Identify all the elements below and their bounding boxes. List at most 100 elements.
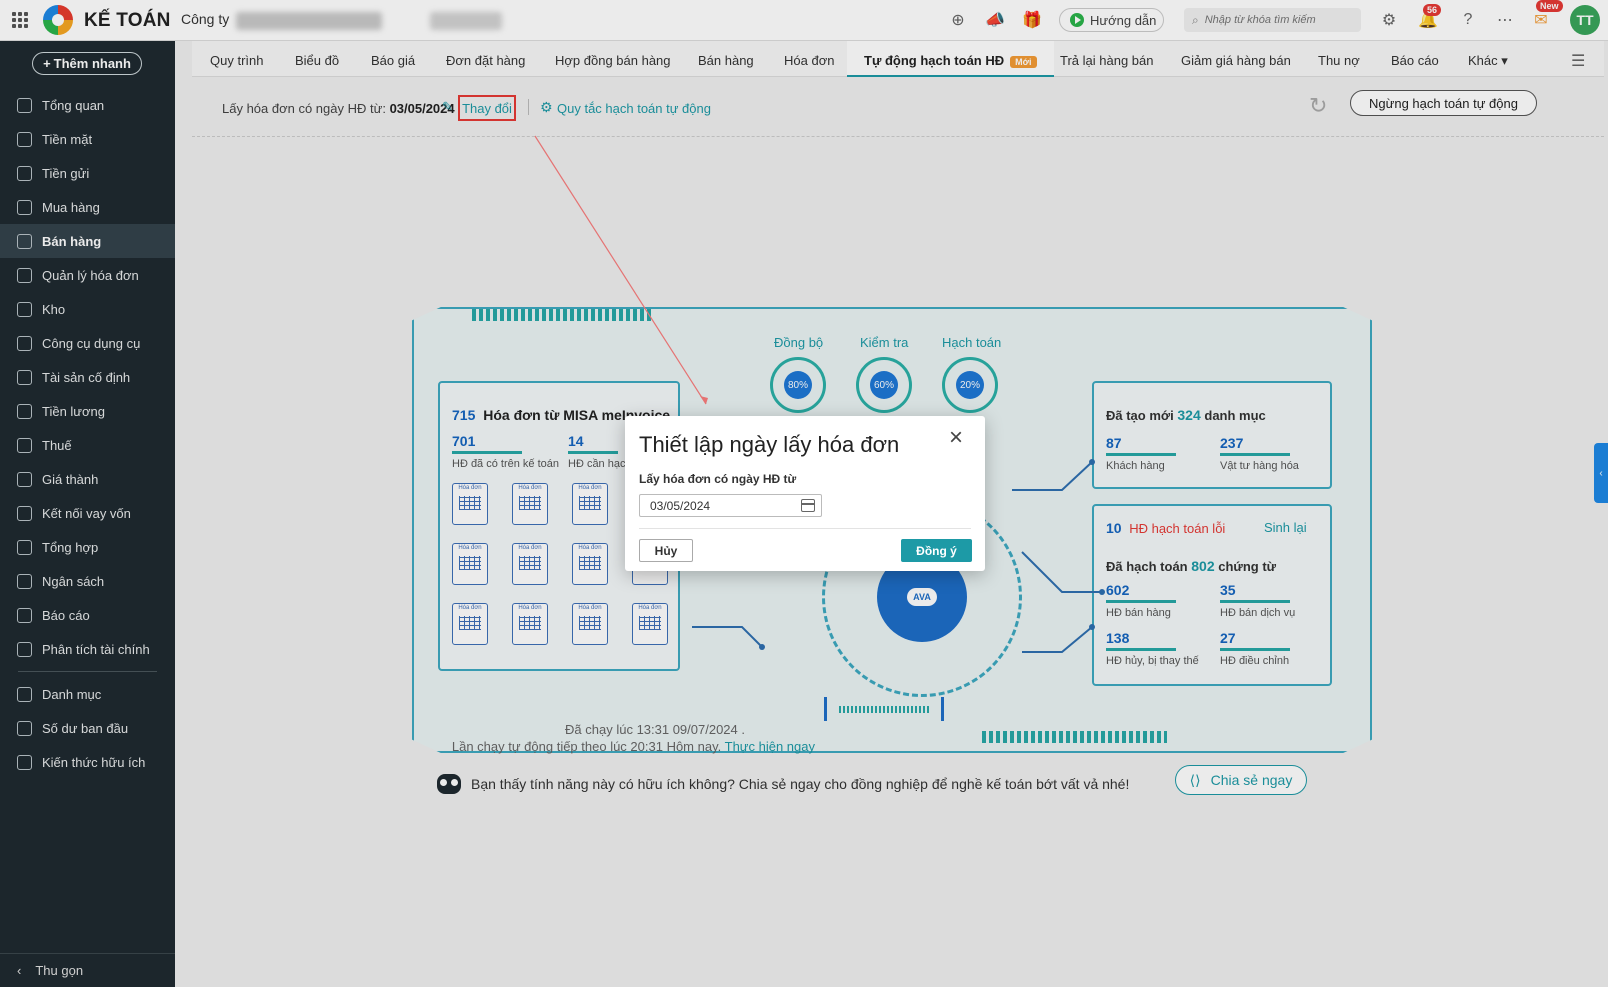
sidebar-item-a16[interactable]: Phân tích tài chính xyxy=(0,632,175,666)
chat-icon[interactable]: ⋯ xyxy=(1494,9,1516,31)
search-box[interactable]: ⌕ xyxy=(1184,8,1361,32)
list-icon xyxy=(17,686,32,702)
settings-gear-icon[interactable]: ⚙ xyxy=(1378,9,1400,31)
bag-icon xyxy=(17,199,32,215)
dialog-title: Thiết lập ngày lấy hóa đơn xyxy=(639,432,900,457)
chevron-left-icon: ‹ xyxy=(1599,467,1603,479)
change-date-link[interactable]: Thay đổi xyxy=(458,95,516,121)
sidebar-item-a14[interactable]: Ngân sách xyxy=(0,564,175,598)
sidebar-item-a15[interactable]: Báo cáo xyxy=(0,598,175,632)
tab-label: Thu nợ xyxy=(1318,53,1360,68)
megaphone-icon[interactable]: 📣 xyxy=(984,9,1006,31)
run-now-link[interactable]: Thực hiện ngay xyxy=(725,739,815,754)
company-label[interactable]: Công ty xyxy=(181,11,229,27)
collapse-label: Thu gọn xyxy=(35,963,84,978)
cart-icon xyxy=(17,233,32,249)
sidebar-item-label: Thuế xyxy=(42,437,72,453)
side-panel-toggle[interactable]: ‹ xyxy=(1594,443,1608,503)
user-avatar[interactable]: TT xyxy=(1570,5,1600,35)
sidebar-item-a0[interactable]: Tổng quan xyxy=(0,88,175,122)
sidebar-item-label: Tiền mặt xyxy=(42,131,93,147)
top-bar: KẾ TOÁN Công ty ⊕ 📣 🎁 Hướng dẫn ⌕ ⚙ 🔔 56… xyxy=(0,0,1608,41)
collapse-sidebar-button[interactable]: ‹ Thu gọn xyxy=(0,953,175,987)
sidebar-item-a6[interactable]: Kho xyxy=(0,292,175,326)
tab-8[interactable]: Trả lại hàng bán xyxy=(1060,53,1153,68)
sidebar-item-a9[interactable]: Tiền lương xyxy=(0,394,175,428)
new-badge: New xyxy=(1536,0,1563,12)
sidebar-item-a8[interactable]: Tài sản cố định xyxy=(0,360,175,394)
tab-5[interactable]: Bán hàng xyxy=(698,53,754,68)
tab-10[interactable]: Thu nợ xyxy=(1318,53,1360,68)
date-field-label: Lấy hóa đơn có ngày HĐ từ xyxy=(639,472,797,486)
sidebar-item-a11[interactable]: Giá thành xyxy=(0,462,175,496)
sidebar-item-label: Quản lý hóa đơn xyxy=(42,267,139,283)
sidebar-item-label: Tài sản cố định xyxy=(42,369,131,385)
sidebar-item-label: Kho xyxy=(42,301,66,317)
sidebar-item-b1[interactable]: Số dư ban đầu xyxy=(0,711,175,745)
auto-posting-rule-link[interactable]: Quy tắc hạch toán tự động xyxy=(557,101,711,116)
stop-auto-posting-button[interactable]: Ngừng hạch toán tự động xyxy=(1350,90,1537,116)
date-setup-dialog: Thiết lập ngày lấy hóa đơn × Lấy hóa đơn… xyxy=(625,416,985,571)
inbox-icon[interactable]: ✉ xyxy=(1530,9,1552,31)
report-icon xyxy=(17,607,32,623)
tab-1[interactable]: Biểu đồ xyxy=(295,53,339,68)
sidebar: + Thêm nhanh Tổng quan Tiền mặt Tiền gửi Mu… xyxy=(0,41,175,987)
quick-add-label: Thêm nhanh xyxy=(53,56,131,71)
tab-11[interactable]: Báo cáo xyxy=(1391,53,1439,68)
tab-0[interactable]: Quy trình xyxy=(210,53,263,68)
sidebar-item-label: Tiền gửi xyxy=(42,165,90,181)
tab-label: Biểu đồ xyxy=(295,53,340,68)
tab-4[interactable]: Hợp đồng bán hàng xyxy=(555,53,671,68)
brand-name: KẾ TOÁN xyxy=(84,10,171,31)
sidebar-item-a1[interactable]: Tiền mặt xyxy=(0,122,175,156)
tab-settings-icon[interactable]: ☰ xyxy=(1571,51,1585,71)
pencil-icon[interactable]: ✎ xyxy=(442,100,454,113)
quick-add-button[interactable]: + Thêm nhanh xyxy=(32,52,142,75)
confirm-button[interactable]: Đồng ý xyxy=(901,539,972,562)
next-run-text: Lần chạy tự động tiếp theo lúc 20:31 Hôm… xyxy=(451,739,722,754)
tab-3[interactable]: Đơn đặt hàng xyxy=(446,53,525,68)
sidebar-item-a4[interactable]: Bán hàng xyxy=(0,224,175,258)
sidebar-item-label: Kiến thức hữu ích xyxy=(42,754,146,770)
sidebar-item-a5[interactable]: Quản lý hóa đơn xyxy=(0,258,175,292)
tax-icon xyxy=(17,437,32,453)
filter-prefix: Lấy hóa đơn có ngày HĐ từ: xyxy=(222,101,386,116)
tab-label: Trả lại hàng bán xyxy=(1060,53,1154,68)
guide-button[interactable]: Hướng dẫn xyxy=(1059,8,1164,32)
sidebar-item-a10[interactable]: Thuế xyxy=(0,428,175,462)
sidebar-item-a7[interactable]: Công cụ dụng cụ xyxy=(0,326,175,360)
price-tag-icon xyxy=(17,471,32,487)
help-icon[interactable]: ? xyxy=(1457,9,1479,31)
tab-6[interactable]: Hóa đơn xyxy=(784,53,834,68)
sidebar-item-label: Mua hàng xyxy=(42,199,100,215)
search-input[interactable] xyxy=(1204,14,1345,26)
sidebar-item-b2[interactable]: Kiến thức hữu ích xyxy=(0,745,175,779)
calendar-icon[interactable] xyxy=(801,499,815,512)
gift-icon[interactable]: 🎁 xyxy=(1021,9,1043,31)
sidebar-item-a2[interactable]: Tiền gửi xyxy=(0,156,175,190)
sidebar-item-a3[interactable]: Mua hàng xyxy=(0,190,175,224)
notification-count-badge: 56 xyxy=(1423,4,1442,16)
share-prompt: Bạn thấy tính năng này có hữu ích không?… xyxy=(437,768,1129,800)
new-feature-badge: Mới xyxy=(1010,56,1037,68)
sidebar-item-a12[interactable]: Kết nối vay vốn xyxy=(0,496,175,530)
close-icon[interactable]: × xyxy=(949,426,963,450)
toolbar: Lấy hóa đơn có ngày HĐ từ: 03/05/2024 ✎ … xyxy=(192,77,1604,137)
download-icon[interactable]: ⊕ xyxy=(947,9,969,31)
tab-2[interactable]: Báo giá xyxy=(371,53,415,68)
apps-grid-icon[interactable] xyxy=(12,12,28,28)
share-now-button[interactable]: ⟨⟩ Chia sẻ ngay xyxy=(1175,765,1307,795)
tab-label: Khác xyxy=(1468,53,1498,68)
sidebar-item-b0[interactable]: Danh mục xyxy=(0,677,175,711)
invoice-date-field[interactable]: 03/05/2024 xyxy=(639,494,822,517)
chevron-left-icon: ‹ xyxy=(17,963,22,978)
tab-12[interactable]: Khác ▾ xyxy=(1468,53,1508,69)
date-filter-label: Lấy hóa đơn có ngày HĐ từ: 03/05/2024 xyxy=(222,101,455,116)
tab-9[interactable]: Giảm giá hàng bán xyxy=(1181,53,1291,68)
cancel-button[interactable]: Hủy xyxy=(639,539,693,562)
tab-7[interactable]: Tự động hạch toán HĐ Mới xyxy=(847,41,1054,77)
sidebar-item-label: Ngân sách xyxy=(42,573,105,589)
sidebar-item-label: Bán hàng xyxy=(42,233,102,249)
sidebar-item-a13[interactable]: Tổng hợp xyxy=(0,530,175,564)
refresh-icon[interactable]: ↻ xyxy=(1309,93,1327,119)
